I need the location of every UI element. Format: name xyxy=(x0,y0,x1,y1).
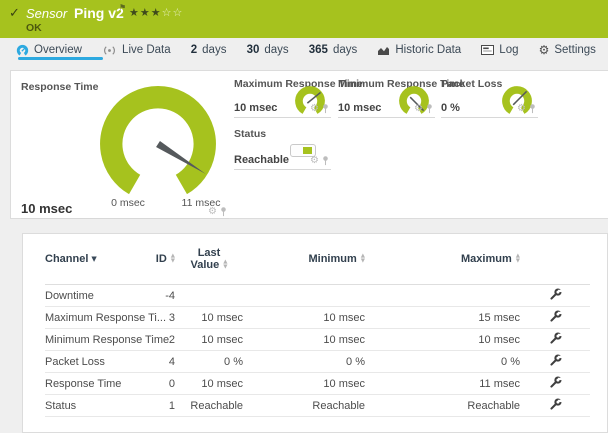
ok-check-icon: ✓ xyxy=(9,6,20,21)
log-icon xyxy=(481,45,495,55)
tab-30-days[interactable]: 30 days xyxy=(247,44,289,56)
tab-overview[interactable]: Overview xyxy=(16,44,82,57)
tab-log[interactable]: Log xyxy=(481,44,518,56)
sort-icon: ▲ ▼ xyxy=(360,253,365,265)
sensor-header: ✓ Sensor Ping v2 ⚑ ★★★☆☆ OK xyxy=(0,0,608,38)
channel-settings-gear-icon[interactable]: ⚙ xyxy=(517,103,526,114)
column-header-actions xyxy=(520,234,590,285)
pin-primary-channel-icon[interactable] xyxy=(529,103,536,114)
gauge-scale-min: 0 msec xyxy=(111,197,145,209)
table-row[interactable]: Packet Loss 4 0 % 0 % 0 % xyxy=(45,350,590,373)
gauge-icon xyxy=(16,44,29,55)
column-header-maximum[interactable]: Maximum ▲ ▼ xyxy=(365,234,520,285)
tab-bar: Overview Live Data 2 days 30 days 365 days … xyxy=(0,38,608,68)
channel-settings-gear-icon[interactable]: ⚙ xyxy=(310,103,319,114)
active-tab-underline xyxy=(18,57,103,60)
pin-primary-channel-icon[interactable] xyxy=(426,103,433,114)
sort-icon: ▲ ▼ xyxy=(223,259,228,271)
edit-channel-wrench-icon[interactable] xyxy=(549,353,562,367)
object-type-label: Sensor xyxy=(26,6,68,21)
table-row[interactable]: Minimum Response Time 2 10 msec 10 msec … xyxy=(45,328,590,351)
edit-channel-wrench-icon[interactable] xyxy=(549,287,562,301)
star-empty-icons[interactable]: ☆☆ xyxy=(162,6,184,19)
sort-icon: ▲ ▼ xyxy=(170,253,175,265)
primary-gauge-cell: Response Time 0 msec 11 msec 10 msec ⚙ xyxy=(21,79,229,219)
edit-channel-wrench-icon[interactable] xyxy=(549,375,562,389)
tab-settings[interactable]: ⚙ Settings xyxy=(539,43,596,57)
channel-settings-gear-icon[interactable]: ⚙ xyxy=(414,103,423,114)
star-filled-icons[interactable]: ★★★ xyxy=(129,6,162,19)
table-row[interactable]: Status 1 Reachable Reachable Reachable xyxy=(45,394,590,417)
divider xyxy=(21,218,229,219)
channel-settings-gear-icon[interactable]: ⚙ xyxy=(208,206,217,217)
sort-icon: ▲ ▼ xyxy=(515,253,520,265)
historic-data-icon xyxy=(378,46,390,55)
primary-gauge-value: 10 msec xyxy=(21,201,73,216)
status-value: Reachable xyxy=(234,154,290,166)
response-time-gauge xyxy=(100,86,216,195)
min-response-value: 10 msec xyxy=(338,102,382,114)
channel-settings-gear-icon[interactable]: ⚙ xyxy=(310,155,319,166)
channels-panel: Channel ▼ ID ▲ ▼ Last Value ▲ ▼ Minimum ▲ ▼ Maxi… xyxy=(22,233,608,433)
edit-channel-wrench-icon[interactable] xyxy=(549,309,562,323)
column-header-minimum[interactable]: Minimum ▲ ▼ xyxy=(243,234,365,285)
live-data-icon xyxy=(104,45,115,55)
status-cell: Status Reachable ⚙ xyxy=(234,128,331,170)
flag-icon[interactable]: ⚑ xyxy=(119,3,126,12)
mini-gauge-max-response: Maximum Response Time 10 msec ⚙ xyxy=(234,78,363,118)
table-row[interactable]: Response Time 0 10 msec 10 msec 11 msec xyxy=(45,372,590,395)
edit-channel-wrench-icon[interactable] xyxy=(549,331,562,345)
pin-primary-channel-icon[interactable] xyxy=(220,206,227,217)
sort-active-caret-icon: ▼ xyxy=(91,255,97,263)
priority-stars[interactable]: ★★★☆☆ xyxy=(129,6,183,19)
mini-gauge-packet-loss: Packet Loss 0 % ⚙ xyxy=(441,78,538,118)
primary-gauge-label: Response Time xyxy=(21,81,99,93)
gauges-panel: Response Time 0 msec 11 msec 10 msec ⚙ M… xyxy=(10,70,608,219)
tab-2-days[interactable]: 2 days xyxy=(191,44,227,56)
settings-gear-icon: ⚙ xyxy=(538,43,550,57)
table-row[interactable]: Maximum Response Ti... 3 10 msec 10 msec… xyxy=(45,306,590,329)
table-row[interactable]: Downtime -4 xyxy=(45,284,590,307)
max-response-value: 10 msec xyxy=(234,102,278,114)
channels-table: Channel ▼ ID ▲ ▼ Last Value ▲ ▼ Minimum ▲ ▼ Maxi… xyxy=(45,234,590,417)
sensor-title: Ping v2 xyxy=(74,5,124,21)
sensor-status-badge: OK xyxy=(26,22,42,34)
tab-365-days[interactable]: 365 days xyxy=(309,44,357,56)
pin-primary-channel-icon[interactable] xyxy=(322,155,329,166)
column-header-channel[interactable]: Channel ▼ xyxy=(45,234,145,285)
edit-channel-wrench-icon[interactable] xyxy=(549,397,562,411)
column-header-id[interactable]: ID ▲ ▼ xyxy=(145,234,175,285)
packet-loss-value: 0 % xyxy=(441,102,460,114)
tab-live-data[interactable]: Live Data xyxy=(102,44,171,56)
table-header-row: Channel ▼ ID ▲ ▼ Last Value ▲ ▼ Minimum ▲ ▼ Maxi… xyxy=(45,234,590,285)
status-indicator-knob xyxy=(303,147,312,154)
pin-primary-channel-icon[interactable] xyxy=(322,103,329,114)
tab-historic-data[interactable]: Historic Data xyxy=(377,44,461,56)
column-header-last-value[interactable]: Last Value ▲ ▼ xyxy=(175,234,243,285)
mini-gauge-min-response: Minimum Response Time 10 msec ⚙ xyxy=(338,78,464,118)
